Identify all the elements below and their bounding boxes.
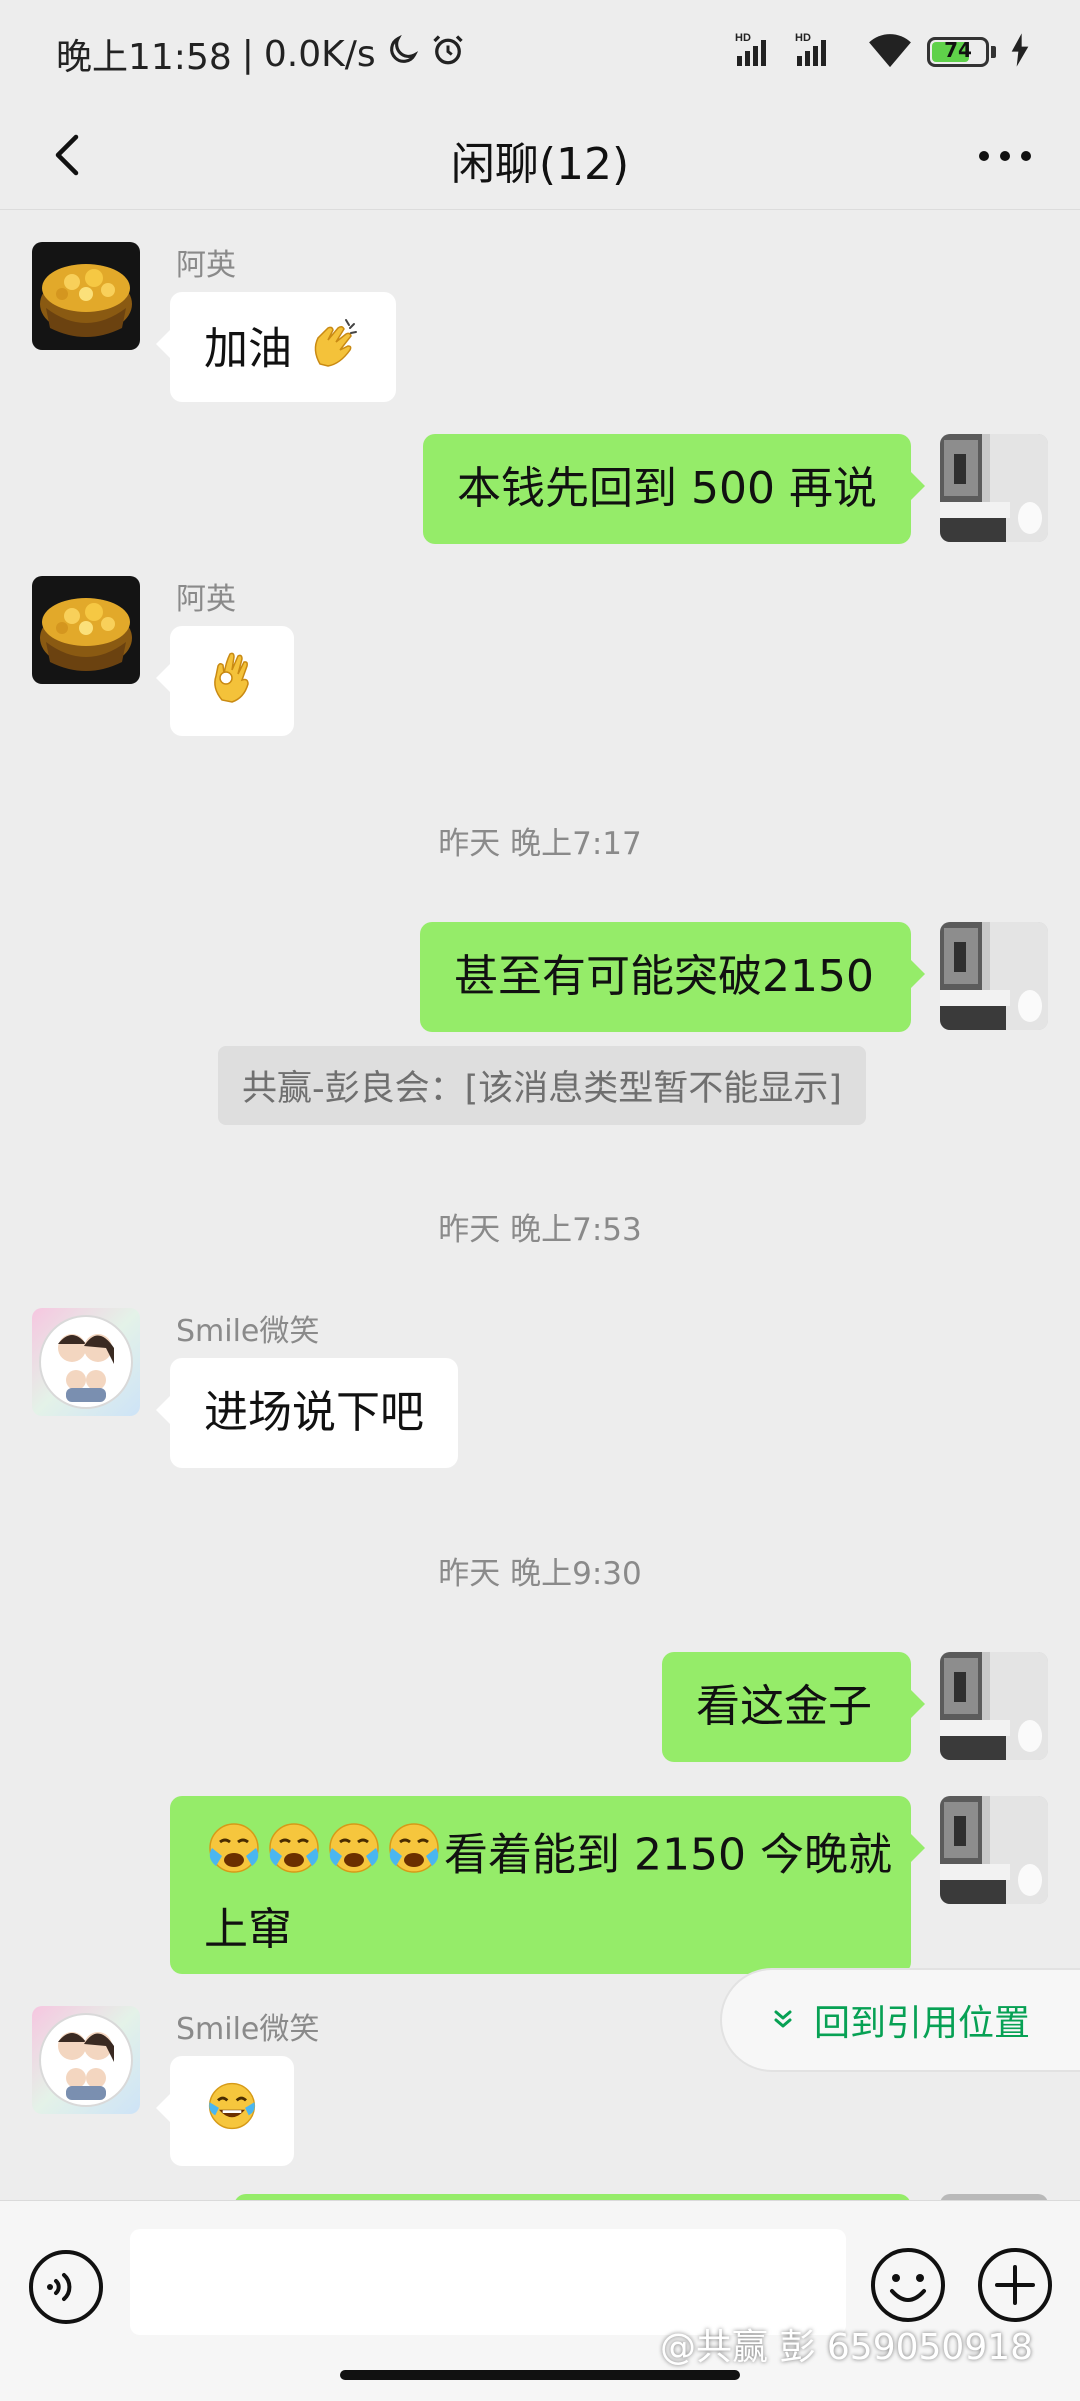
page-title: 闲聊(12) bbox=[450, 139, 630, 190]
message-bubble[interactable] bbox=[156, 2056, 294, 2166]
sender-name: 阿英 bbox=[176, 248, 236, 283]
status-separator: | bbox=[241, 33, 254, 75]
jump-to-quote-button[interactable]: 回到引用位置 bbox=[720, 1968, 1080, 2072]
sender-name: Smile微笑 bbox=[176, 2012, 320, 2047]
message-text: 看着能到 2150 今晚就 bbox=[444, 1829, 892, 1881]
emoji-icon bbox=[871, 2248, 945, 2322]
avatar-self[interactable] bbox=[940, 1796, 1048, 1904]
avatar-self[interactable] bbox=[940, 922, 1048, 1030]
emoji-button[interactable] bbox=[868, 2245, 948, 2325]
signal-hd-icon: HD HD bbox=[733, 30, 853, 74]
more-button[interactable] bbox=[970, 128, 1040, 184]
message-text: 进场说下吧 bbox=[204, 1387, 424, 1438]
loudly-crying-face-icon bbox=[324, 1818, 384, 1897]
timestamp: 昨天 晚上7:53 bbox=[438, 1212, 642, 1248]
chat-header: 闲聊(12) bbox=[0, 100, 1080, 210]
status-left: 晚上11:58 | 0.0K/s bbox=[56, 28, 466, 80]
tears-of-joy-icon bbox=[204, 2078, 260, 2153]
message-bubble[interactable]: 本钱先回到 500 再说 bbox=[423, 434, 925, 544]
sender-name: 阿英 bbox=[176, 582, 236, 617]
message-bubble[interactable]: 加油 bbox=[156, 292, 396, 402]
message-text: 看这金子 bbox=[696, 1681, 872, 1732]
message-bubble[interactable]: 进场说下吧 bbox=[156, 1358, 458, 1468]
message-text: 本钱先回到 500 再说 bbox=[457, 463, 877, 514]
message-text: 甚至有可能突破2150 bbox=[454, 951, 874, 1002]
network-speed: 0.0K/s bbox=[263, 33, 376, 75]
status-bar: 晚上11:58 | 0.0K/s HD HD 74 bbox=[0, 0, 1080, 100]
watermark: @共赢 彭 659050918 bbox=[660, 2327, 1034, 2368]
timestamp: 昨天 晚上7:17 bbox=[438, 826, 642, 862]
loudly-crying-face-icon bbox=[204, 1818, 264, 1897]
avatar-ayin[interactable] bbox=[32, 576, 140, 684]
message-text-line2: 上窜 bbox=[204, 1904, 292, 1955]
charging-icon bbox=[1010, 33, 1030, 71]
jump-to-quote-label: 回到引用位置 bbox=[814, 2003, 1031, 2044]
message-line: 看着能到 2150 今晚就 bbox=[204, 1818, 892, 1897]
plus-icon bbox=[978, 2248, 1052, 2322]
loudly-crying-face-icon bbox=[384, 1818, 444, 1897]
message-bubble[interactable] bbox=[156, 626, 294, 736]
voice-icon bbox=[29, 2250, 103, 2324]
message-bubble[interactable]: 看着能到 2150 今晚就 上窜 bbox=[170, 1796, 925, 1974]
sender-name: Smile微笑 bbox=[176, 1314, 320, 1349]
svg-text:HD: HD bbox=[735, 32, 751, 44]
voice-button[interactable] bbox=[26, 2247, 106, 2327]
avatar-smile[interactable] bbox=[32, 1308, 140, 1416]
loudly-crying-face-icon bbox=[264, 1818, 324, 1897]
svg-text:HD: HD bbox=[795, 32, 811, 44]
battery-percent: 74 bbox=[944, 38, 972, 62]
timestamp: 昨天 晚上9:30 bbox=[438, 1556, 642, 1592]
battery-tip bbox=[991, 46, 996, 58]
status-time: 晚上11:58 bbox=[56, 37, 232, 78]
double-chevron-down-icon bbox=[774, 2010, 792, 2028]
message-list[interactable]: 阿英 加油 本钱先回到 500 再说 阿英 昨天 晚上7:17 甚至有可能突破2… bbox=[0, 210, 1080, 2200]
moon-icon bbox=[386, 33, 420, 76]
message-text: 加油 bbox=[204, 323, 292, 375]
avatar-smile[interactable] bbox=[32, 2006, 140, 2114]
plus-button[interactable] bbox=[975, 2245, 1055, 2325]
avatar-ayin[interactable] bbox=[32, 242, 140, 350]
status-right: HD HD 74 bbox=[733, 30, 1030, 74]
battery-icon: 74 bbox=[927, 37, 989, 67]
avatar-self[interactable] bbox=[940, 1652, 1048, 1760]
more-dots-icon bbox=[979, 151, 1031, 161]
ok-hand-icon bbox=[204, 648, 260, 723]
wifi-icon bbox=[867, 31, 913, 73]
alarm-icon bbox=[430, 32, 466, 77]
message-bubble[interactable]: 甚至有可能突破2150 bbox=[420, 922, 925, 1032]
clapping-hands-icon bbox=[306, 314, 362, 389]
system-note: 共赢-彭良会：[该消息类型暂不能显示] bbox=[218, 1046, 866, 1125]
home-indicator[interactable] bbox=[340, 2370, 740, 2380]
message-bubble[interactable]: 看这金子 bbox=[662, 1652, 925, 1762]
avatar-self[interactable] bbox=[940, 434, 1048, 542]
